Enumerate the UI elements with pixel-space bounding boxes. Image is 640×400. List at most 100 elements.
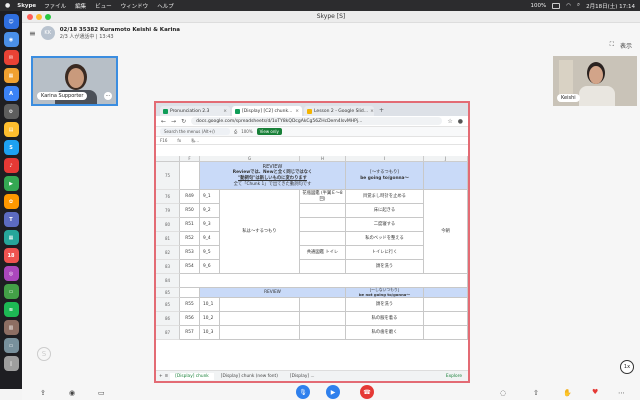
sheet-tab-chunk[interactable]: [Display] chunk — [170, 372, 214, 380]
phrase-cell[interactable]: 私の服を着る — [346, 312, 424, 326]
podcasts-icon[interactable]: ◎ — [3, 266, 19, 281]
cell[interactable] — [424, 288, 468, 298]
row-number[interactable]: 87 — [156, 326, 180, 340]
chat-icon[interactable]: ◌ — [500, 389, 506, 397]
cell[interactable] — [220, 298, 300, 312]
more-icon[interactable]: ⋯ — [618, 389, 625, 397]
row-code-cell[interactable]: R54 — [180, 260, 200, 274]
close-window-button[interactable] — [27, 14, 33, 20]
cell[interactable] — [300, 312, 346, 326]
more-options-icon[interactable]: ⋯ — [104, 92, 112, 100]
note-cell[interactable] — [300, 204, 346, 218]
share-screen-icon[interactable]: ⇧ — [533, 389, 539, 397]
row-code-cell[interactable]: R50 — [180, 204, 200, 218]
new-tab-icon[interactable]: + — [379, 107, 384, 114]
search-icon[interactable]: ⌕ — [577, 2, 580, 9]
trash-icon[interactable]: ▯ — [3, 356, 19, 371]
review-header-cell[interactable]: REVIEW Reviewでは、Newと全く同じではなく "動詞句"は新しいもの… — [200, 162, 346, 190]
view-button[interactable]: 表示 — [620, 41, 632, 50]
appstore-icon[interactable]: A — [3, 86, 19, 101]
row-code-cell[interactable]: R51 — [180, 218, 200, 232]
cell[interactable] — [424, 162, 468, 190]
camera-button[interactable]: ▶ — [326, 385, 340, 399]
row-number[interactable]: 79 — [156, 204, 180, 218]
group-avatar[interactable]: KK — [40, 26, 55, 40]
profile-icon[interactable]: ● — [458, 118, 463, 125]
note-cell[interactable] — [300, 260, 346, 274]
phrase-cell[interactable]: 床に起きる — [346, 204, 424, 218]
menu-edit[interactable]: 編集 — [75, 2, 86, 10]
folder-icon[interactable]: ▭ — [3, 338, 19, 353]
row-sub-cell[interactable]: 9_2 — [200, 204, 220, 218]
row-sub-cell[interactable]: 9_3 — [200, 218, 220, 232]
teams-icon[interactable]: T — [3, 212, 19, 227]
row-sub-cell[interactable]: 9_4 — [200, 232, 220, 246]
forward-icon[interactable]: → — [171, 118, 176, 125]
sheet-tab-more[interactable]: [Display] ... — [285, 373, 320, 380]
back-icon[interactable]: ← — [161, 118, 166, 125]
zoom-window-button[interactable] — [45, 14, 51, 20]
group-label-cell[interactable]: 私は～するつもり — [220, 190, 300, 274]
cell[interactable] — [180, 288, 200, 298]
row-sub-cell[interactable]: 9_1 — [200, 190, 220, 204]
clock[interactable]: 2月18日(土) 17:14 — [586, 2, 635, 10]
note-cell[interactable]: 共通図鑑 トイレ — [300, 246, 346, 260]
phrase-cell[interactable]: 目覚まし時計を止める — [346, 190, 424, 204]
cell[interactable] — [300, 298, 346, 312]
row-number[interactable]: 83 — [156, 260, 180, 274]
cell-reference[interactable]: F16 — [160, 138, 167, 143]
wifi-icon[interactable]: ◠ — [566, 3, 571, 9]
row-sub-cell[interactable]: 9_6 — [200, 260, 220, 274]
browser-tab-chunk[interactable]: [Display] [C2] chunk... × — [232, 106, 302, 116]
close-icon[interactable]: × — [295, 109, 299, 114]
notes-icon[interactable]: ▤ — [3, 122, 19, 137]
chrome-icon[interactable]: ◉ — [3, 32, 19, 47]
row-code-cell[interactable]: R56 — [180, 312, 200, 326]
mail-icon[interactable]: ✉ — [3, 50, 19, 65]
end-call-button[interactable]: ☎ — [360, 385, 374, 399]
battery-icon[interactable] — [552, 2, 561, 9]
cell[interactable] — [220, 326, 300, 340]
going-to-header-cell[interactable]: [～するつもり] be going to/gonna～ — [346, 162, 424, 190]
phrase-cell[interactable]: 私の歯を磨く — [346, 326, 424, 340]
cell[interactable] — [300, 326, 346, 340]
row-number[interactable]: 85 — [156, 288, 180, 298]
explore-button[interactable]: Explore — [446, 374, 462, 379]
settings-icon[interactable]: ⚙ — [3, 104, 19, 119]
row-code-cell[interactable]: R57 — [180, 326, 200, 340]
phrase-cell[interactable]: トイレに行く — [346, 246, 424, 260]
books-icon[interactable]: ▥ — [3, 320, 19, 335]
mic-button[interactable]: 🎙 — [296, 385, 310, 399]
formula-value[interactable]: 私... — [191, 138, 199, 144]
row-number[interactable]: 84 — [156, 274, 180, 288]
screen-share-icon[interactable]: ▭ — [98, 389, 105, 397]
menu-window[interactable]: ウィンドウ — [121, 2, 149, 10]
row-number[interactable]: 86 — [156, 312, 180, 326]
video-tile-self[interactable]: Karina Supporter ⋯ — [31, 56, 118, 106]
review2-header-cell[interactable]: REVIEW — [200, 288, 346, 298]
phrase-cell[interactable]: 私のベッドを整える — [346, 232, 424, 246]
skype-icon[interactable]: S — [3, 140, 19, 155]
time-label-cell[interactable]: 今朝 — [424, 190, 468, 274]
browser-tab-lesson[interactable]: Lesson 2 - Google Slid... × — [304, 106, 374, 116]
video-tile-keishi[interactable]: Keishi — [553, 56, 637, 106]
close-icon[interactable]: × — [370, 109, 374, 114]
sheets-icon[interactable]: ▦ — [3, 230, 19, 245]
cell[interactable] — [424, 312, 468, 326]
cell[interactable] — [220, 312, 300, 326]
row-sub-cell[interactable]: 10_3 — [200, 326, 220, 340]
phrase-cell[interactable]: 二度寝する — [346, 218, 424, 232]
menu-file[interactable]: ファイル — [44, 2, 66, 10]
row-sub-cell[interactable]: 10_1 — [200, 298, 220, 312]
row-code-cell[interactable]: R49 — [180, 190, 200, 204]
menu-app-name[interactable]: Skype — [17, 3, 36, 9]
messages-icon[interactable]: ▭ — [3, 284, 19, 299]
spotify-icon[interactable]: ≋ — [3, 302, 19, 317]
note-cell[interactable] — [300, 232, 346, 246]
print-icon[interactable]: ⎙ — [234, 129, 237, 134]
star-icon[interactable]: ☆ — [447, 118, 452, 125]
spreadsheet-grid[interactable]: F G H I J 75 REVIEW Reviewでは、Newと全く同じではな… — [156, 156, 468, 368]
zoom-level-badge[interactable]: 1x — [620, 360, 634, 374]
row-code-cell[interactable]: R53 — [180, 246, 200, 260]
row-number[interactable]: 75 — [156, 162, 180, 190]
